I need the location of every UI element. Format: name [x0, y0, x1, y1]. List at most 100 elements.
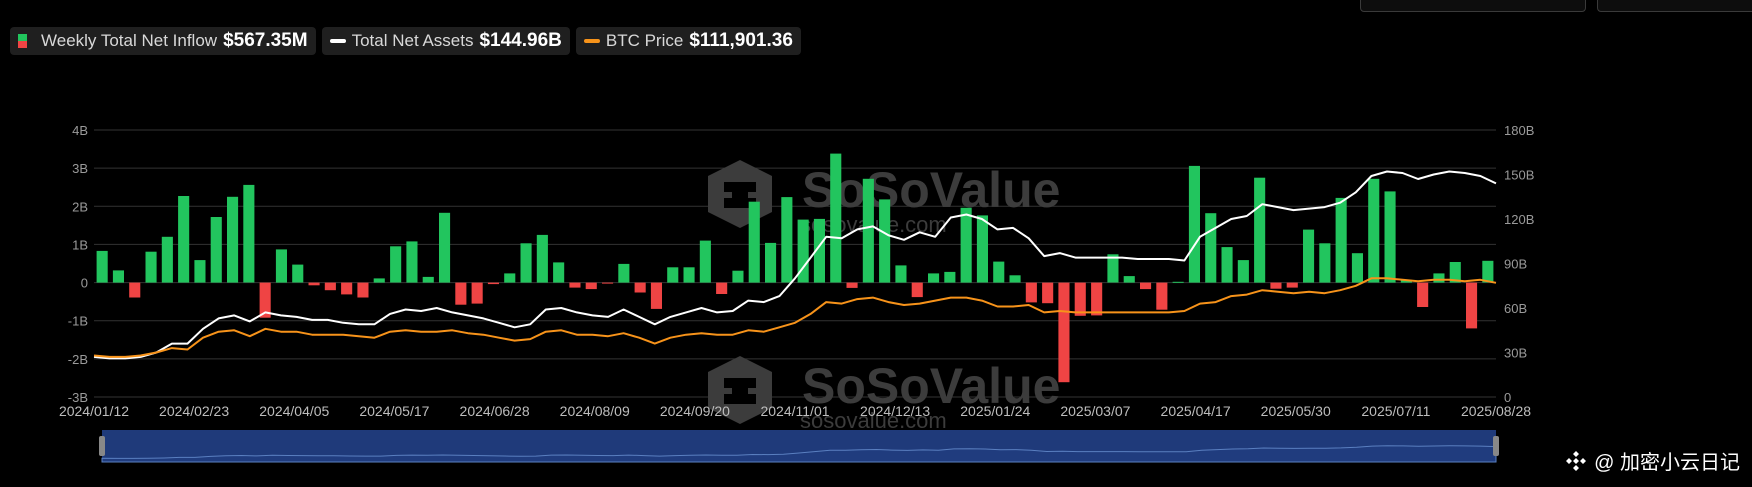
- inflow-bar: [422, 276, 434, 283]
- inflow-bar: [765, 242, 777, 283]
- source-label: @ 加密小云日记: [1594, 452, 1740, 474]
- y-left-tick-label: -1B: [68, 314, 88, 329]
- range-navigator: [99, 430, 1499, 463]
- binance-logo-icon: [1566, 450, 1587, 471]
- inflow-bar: [1123, 276, 1135, 283]
- inflow-bar: [1156, 282, 1168, 310]
- inflow-bar: [471, 282, 483, 304]
- inflow-bar: [439, 212, 451, 283]
- y-right-tick-label: 60B: [1504, 301, 1527, 316]
- inflow-bar: [748, 201, 760, 283]
- y-left-tick-label: 4B: [72, 123, 88, 138]
- inflow-bar: [830, 153, 842, 283]
- inflow-bar: [928, 273, 940, 283]
- inflow-bar: [553, 262, 565, 283]
- inflow-bar: [357, 282, 369, 298]
- inflow-bar: [1384, 191, 1396, 283]
- inflow-bar: [1335, 197, 1347, 283]
- inflow-bar: [1417, 282, 1429, 307]
- inflow-bar: [976, 215, 988, 283]
- inflow-bar: [1319, 243, 1331, 283]
- inflow-bar: [406, 241, 418, 283]
- inflow-bar: [716, 282, 728, 294]
- inflow-bar: [455, 282, 467, 305]
- x-tick-label: 2025/05/30: [1261, 403, 1331, 419]
- y-left-tick-label: 3B: [72, 161, 88, 176]
- y-right-tick-label: 30B: [1504, 346, 1527, 361]
- inflow-bar: [390, 246, 402, 283]
- inflow-bar: [129, 282, 141, 298]
- inflow-bar: [308, 282, 320, 286]
- inflow-bar: [341, 282, 353, 295]
- y-left-tick-label: 1B: [72, 237, 88, 252]
- inflow-bar: [194, 260, 206, 283]
- x-tick-label: 2024/04/05: [259, 403, 329, 419]
- inflow-bar: [569, 282, 581, 288]
- inflow-bar: [585, 282, 597, 290]
- inflow-bar: [1221, 247, 1233, 283]
- inflow-bar: [650, 282, 662, 309]
- inflow-bar: [1140, 282, 1152, 290]
- x-tick-label: 2025/03/07: [1060, 403, 1130, 419]
- inflow-bar: [1058, 282, 1070, 383]
- total-net-assets-line: [93, 170, 1497, 360]
- inflow-bar: [1025, 282, 1037, 303]
- x-tick-label: 2024/01/12: [59, 403, 129, 419]
- inflow-bar: [862, 178, 874, 283]
- inflow-bar: [699, 240, 711, 283]
- inflow-bar: [1482, 260, 1494, 283]
- x-tick-label: 2025/08/28: [1461, 403, 1531, 419]
- inflow-bar: [1303, 229, 1315, 283]
- inflow-bar: [1351, 253, 1363, 283]
- inflow-bar: [944, 271, 956, 283]
- inflow-bar: [1466, 282, 1478, 329]
- inflow-bar: [161, 236, 173, 283]
- inflow-bar: [634, 282, 646, 293]
- inflow-bar: [1270, 282, 1282, 289]
- inflow-bars: [96, 153, 1494, 383]
- inflow-bar: [243, 184, 255, 283]
- inflow-bar: [960, 207, 972, 283]
- inflow-bar: [618, 263, 630, 283]
- inflow-bar: [1091, 282, 1103, 316]
- inflow-bar: [895, 265, 907, 283]
- inflow-bar: [879, 199, 891, 283]
- x-tick-label: 2024/08/09: [560, 403, 630, 419]
- inflow-bar: [145, 251, 157, 283]
- y-right-tick-label: 120B: [1504, 212, 1534, 227]
- y-left-tick-label: -2B: [68, 352, 88, 367]
- inflow-bar: [1254, 177, 1266, 283]
- inflow-bar: [227, 196, 239, 283]
- inflow-bar: [210, 217, 222, 283]
- inflow-bar: [781, 197, 793, 283]
- y-right-tick-label: 180B: [1504, 123, 1534, 138]
- inflow-bar: [667, 267, 679, 283]
- inflow-bar: [1042, 282, 1054, 304]
- inflow-bar: [1172, 281, 1184, 283]
- inflow-bar: [275, 249, 287, 283]
- inflow-bar: [1433, 273, 1445, 283]
- inflow-bar: [1237, 260, 1249, 283]
- inflow-bar: [487, 282, 499, 285]
- x-tick-label: 2024/11/01: [760, 403, 829, 419]
- inflow-bar: [96, 250, 108, 283]
- navigator-handle-left[interactable]: [99, 436, 105, 456]
- navigator-handle-right[interactable]: [1493, 436, 1499, 456]
- inflow-bar: [993, 261, 1005, 283]
- inflow-bar: [1368, 178, 1380, 283]
- y-right-tick-label: 90B: [1504, 257, 1527, 272]
- y-right-tick-label: 150B: [1504, 168, 1534, 183]
- y-left-tick-label: 2B: [72, 199, 88, 214]
- inflow-bar: [178, 196, 190, 283]
- x-tick-label: 2024/02/23: [159, 403, 229, 419]
- inflow-bar: [911, 282, 923, 298]
- x-tick-label: 2025/04/17: [1161, 403, 1231, 419]
- inflow-bar: [292, 264, 304, 283]
- inflow-bar: [520, 243, 532, 283]
- inflow-bar: [732, 270, 744, 283]
- y-left-tick-label: 0: [81, 276, 88, 291]
- inflow-bar: [112, 270, 124, 283]
- x-tick-label: 2024/06/28: [460, 403, 530, 419]
- inflow-bar: [1205, 213, 1217, 283]
- x-tick-label: 2024/12/13: [860, 403, 930, 419]
